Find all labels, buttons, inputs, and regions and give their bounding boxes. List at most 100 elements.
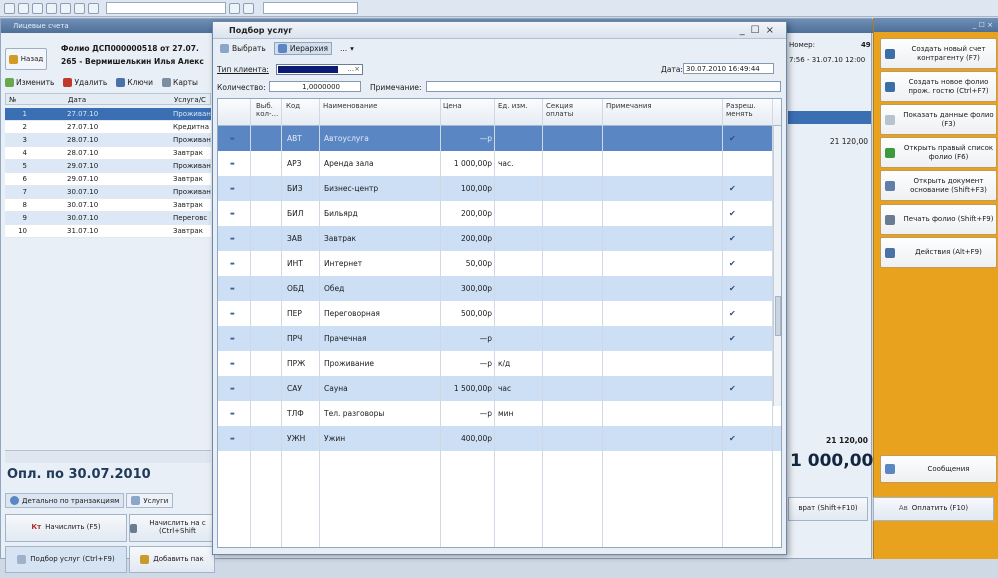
transaction-row[interactable]: 1 27.07.10 Проживан	[5, 108, 211, 121]
grid-scrollbar[interactable]	[773, 126, 781, 406]
row-number: 4	[22, 149, 27, 157]
delete-button[interactable]: Удалить	[63, 77, 108, 87]
service-row[interactable]: ▬ ТЛФ Тел. разговоры —р мин	[218, 401, 781, 426]
quantity-field[interactable]: 1,0000000	[269, 81, 361, 92]
service-row[interactable]: ▬ ОБД Обед 300,00р ✔	[218, 276, 781, 301]
find-icon[interactable]	[88, 2, 99, 14]
select-button[interactable]: Выбрать	[216, 42, 270, 55]
transaction-row[interactable]: 10 31.07.10 Завтрак	[5, 225, 211, 238]
service-row[interactable]: ▬ САУ Сауна 1 500,00р час ✔	[218, 376, 781, 401]
row-service: Завтрак	[173, 175, 203, 183]
col-name[interactable]: Наименование	[323, 102, 377, 110]
row-date: 29.07.10	[67, 162, 99, 170]
hierarchy-button[interactable]: Иерархия	[273, 42, 333, 55]
sidebar-button[interactable]: Показать данные фолио (F3)	[880, 104, 997, 135]
col-select-qty[interactable]: Выб. кол-...	[256, 102, 278, 118]
quantity-label: Количество:	[217, 83, 266, 92]
pay-icon: Ав	[898, 504, 908, 513]
service-row[interactable]: ▬ ЗАВ Завтрак 200,00р ✔	[218, 226, 781, 251]
sidebar-button[interactable]: Открыть документ основание (Shift+F3)	[880, 170, 997, 201]
service-row[interactable]: ▬ БИЛ Бильярд 200,00р ✔	[218, 201, 781, 226]
open-icon[interactable]	[18, 2, 29, 14]
dialog-window-controls[interactable]: _☐×	[740, 25, 780, 36]
col-price[interactable]: Цена	[443, 102, 462, 110]
scrollbar-thumb[interactable]	[775, 296, 781, 336]
tab-transactions[interactable]: Детально по транзакциям	[5, 493, 125, 508]
col-allow-change[interactable]: Разреш. менять	[726, 102, 764, 118]
service-price: 1 500,00р	[453, 384, 492, 393]
cut-icon[interactable]	[46, 2, 57, 14]
note-field[interactable]	[426, 81, 781, 92]
clear-icon[interactable]: ...×	[340, 65, 360, 74]
service-name: Автоуслуга	[324, 134, 369, 143]
messages-button[interactable]: Сообщения	[880, 455, 997, 483]
service-row[interactable]: ▬ АРЗ Аренда зала 1 000,00р час.	[218, 151, 781, 176]
row-marker-icon: ▬	[230, 236, 235, 242]
transaction-row[interactable]: 3 28.07.10 Проживан	[5, 134, 211, 147]
row-number: 2	[22, 123, 27, 131]
transaction-row[interactable]: 4 28.07.10 Завтрак	[5, 147, 211, 160]
totals-row	[5, 450, 211, 463]
charge-button[interactable]: Кт Начислить (F5)	[5, 514, 127, 542]
row-number: 3	[22, 136, 27, 144]
service-row[interactable]: ▬ ИНТ Интернет 50,00р ✔	[218, 251, 781, 276]
sidebar-window-controls[interactable]: _ ☐ ×	[874, 18, 998, 32]
service-picker-dialog: Подбор услуг _☐× Выбрать Иерархия ... ▾ Т…	[212, 21, 787, 555]
service-code: ИНТ	[287, 259, 303, 268]
transaction-row[interactable]: 6 29.07.10 Завтрак	[5, 173, 211, 186]
services-icon	[131, 496, 141, 505]
more-actions-button[interactable]: ... ▾	[336, 42, 358, 55]
refresh-icon[interactable]	[229, 2, 240, 14]
tab-services[interactable]: Услуги	[126, 493, 174, 508]
col-notes[interactable]: Примечания	[606, 102, 652, 110]
col-code[interactable]: Код	[286, 102, 300, 110]
copy-icon[interactable]	[60, 2, 71, 14]
back-button[interactable]: Назад	[5, 48, 47, 70]
service-row[interactable]: ▬ БИЗ Бизнес-центр 100,00р ✔	[218, 176, 781, 201]
charge-extra-button[interactable]: Начислить на с (Ctrl+Shift	[129, 514, 215, 542]
paste-icon[interactable]	[74, 2, 85, 14]
pick-services-button[interactable]: Подбор услуг (Ctrl+F9)	[5, 546, 127, 573]
delete-label: Удалить	[74, 77, 108, 87]
guest-name: 265 - Вермишелькин Илья Алекс	[61, 57, 204, 66]
transaction-row[interactable]: 9 30.07.10 Переговс	[5, 212, 211, 225]
service-row[interactable]: ▬ ПЕР Переговорная 500,00р ✔	[218, 301, 781, 326]
service-code: УЖН	[287, 434, 306, 443]
paid-until: Опл. по 30.07.2010	[7, 467, 151, 482]
sidebar-button[interactable]: Действия (Alt+F9)	[880, 237, 997, 268]
toolbar-combo[interactable]	[263, 2, 358, 14]
chevron-down-icon: ▾	[350, 44, 354, 53]
refund-button[interactable]: врат (Shift+F10)	[788, 497, 868, 521]
sidebar-button[interactable]: Создать новый счет контрагенту (F7)	[880, 38, 997, 69]
keys-button[interactable]: Ключи	[116, 77, 153, 87]
help-icon[interactable]	[243, 2, 254, 14]
service-code: ПРЖ	[287, 359, 306, 368]
client-type-field[interactable]: ...×	[276, 64, 363, 75]
save-icon[interactable]	[32, 2, 43, 14]
toolbar-search-field[interactable]	[106, 2, 226, 14]
sidebar-button[interactable]: Печать фолио (Shift+F9)	[880, 204, 997, 235]
service-row[interactable]: ▬ ПРЧ Прачечная —р ✔	[218, 326, 781, 351]
service-row[interactable]: ▬ ПРЖ Проживание —р к/д	[218, 351, 781, 376]
add-package-label: Добавить пак	[153, 554, 204, 563]
transaction-row[interactable]: 8 30.07.10 Завтрак	[5, 199, 211, 212]
pay-button[interactable]: Ав Оплатить (F10)	[873, 497, 994, 521]
transaction-row[interactable]: 2 27.07.10 Кредитна	[5, 121, 211, 134]
date-field[interactable]: 30.07.2010 16:49:44	[683, 63, 774, 74]
sidebar-button[interactable]: Открыть правый список фолио (F6)	[880, 137, 997, 168]
service-row[interactable]: ▬ УЖН Ужин 400,00р ✔	[218, 426, 781, 451]
cards-button[interactable]: Карты	[162, 77, 198, 87]
transaction-row[interactable]: 7 30.07.10 Проживан	[5, 186, 211, 199]
transaction-row[interactable]: 5 29.07.10 Проживан	[5, 160, 211, 173]
col-unit[interactable]: Ед. изм.	[498, 102, 528, 110]
new-icon[interactable]	[4, 2, 15, 14]
service-row[interactable]: ▬ АВТ Автоуслуга —р ✔	[218, 126, 781, 151]
row-service: Завтрак	[173, 149, 203, 157]
edit-button[interactable]: Изменить	[5, 77, 54, 87]
row-service: Завтрак	[173, 227, 203, 235]
add-package-button[interactable]: Добавить пак	[129, 546, 215, 573]
col-pay-section[interactable]: Секция оплаты	[546, 102, 590, 118]
grid-divider	[281, 99, 282, 547]
hierarchy-label: Иерархия	[289, 44, 329, 53]
sidebar-button[interactable]: Создать новое фолио прож. гостю (Ctrl+F7…	[880, 71, 997, 102]
